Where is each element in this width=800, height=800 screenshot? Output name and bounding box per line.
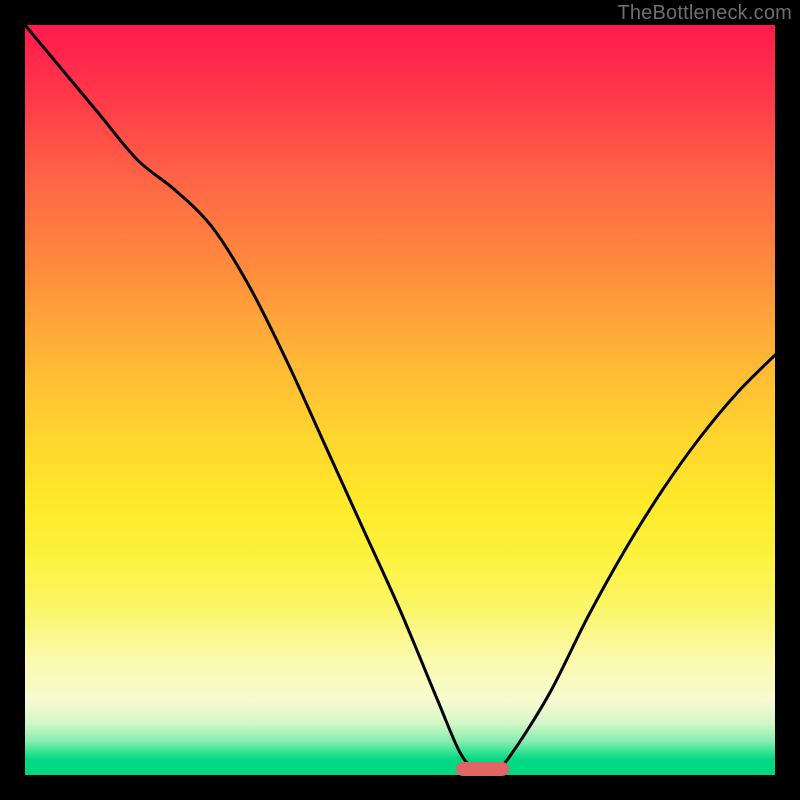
- watermark-text: TheBottleneck.com: [617, 2, 792, 25]
- chart-frame: TheBottleneck.com: [0, 0, 800, 800]
- optimum-marker: [456, 762, 509, 776]
- bottleneck-curve: [25, 25, 775, 775]
